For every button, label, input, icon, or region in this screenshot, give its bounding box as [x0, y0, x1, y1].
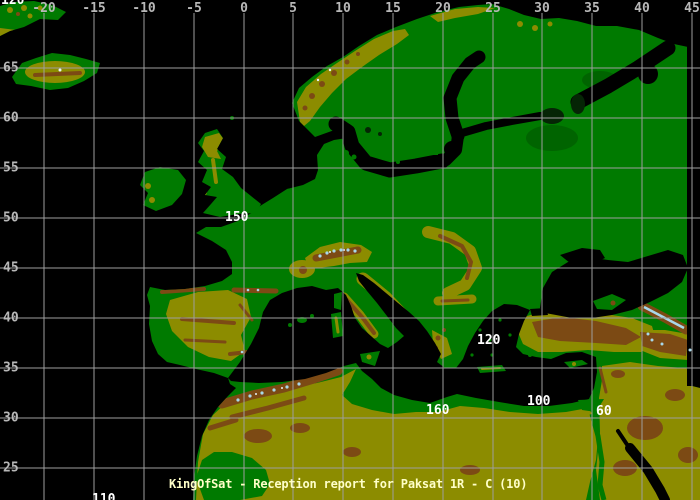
lat-tick-label: 50 [3, 210, 19, 226]
contour-label: 100 [527, 394, 551, 409]
lon-tick-label: 25 [485, 1, 501, 16]
lake-ladoga [540, 108, 564, 124]
ireland [140, 167, 186, 211]
lat-tick-label: 55 [3, 160, 19, 176]
contour-label: 150 [225, 210, 249, 225]
lon-tick-label: 10 [335, 1, 351, 16]
reception-map: -20 -15 -10 -5 0 5 10 15 20 25 30 35 40 45 65 60 55 50 45 4… [0, 0, 700, 500]
lon-tick-label: -15 [82, 1, 106, 16]
lat-tick-label: 65 [3, 60, 19, 76]
lat-tick-label: 30 [3, 410, 19, 426]
lon-tick-label: 30 [534, 1, 550, 16]
right-edge-void [687, 46, 700, 386]
lat-tick-label: 40 [3, 310, 19, 326]
europe-terrain-map [0, 1, 700, 500]
contour-label: 60 [596, 404, 612, 419]
lon-tick-label: -10 [132, 1, 156, 16]
lat-tick-label: 25 [3, 460, 19, 476]
map-title: KingOfSat - Reception report for Paksat … [169, 477, 528, 491]
lat-tick-label: 35 [3, 360, 19, 376]
lon-tick-label: -5 [186, 1, 202, 16]
lon-tick-label: 40 [634, 1, 650, 16]
lat-tick-label: 45 [3, 260, 19, 276]
contour-label: 160 [426, 403, 450, 418]
contour-label: 120 [1, 0, 25, 8]
lon-tick-label: 45 [684, 1, 700, 16]
gotland [433, 143, 438, 155]
corsica [334, 292, 342, 310]
contour-label: 120 [477, 333, 501, 348]
lon-tick-label: 20 [435, 1, 451, 16]
lon-tick-label: 35 [584, 1, 600, 16]
lon-tick-label: 0 [240, 1, 248, 16]
lon-tick-label: -20 [32, 1, 56, 16]
contour-label: 110 [92, 492, 116, 500]
lon-tick-label: 5 [289, 1, 297, 16]
lat-tick-label: 60 [3, 110, 19, 126]
lon-tick-label: 15 [385, 1, 401, 16]
lake-onega [571, 94, 585, 114]
